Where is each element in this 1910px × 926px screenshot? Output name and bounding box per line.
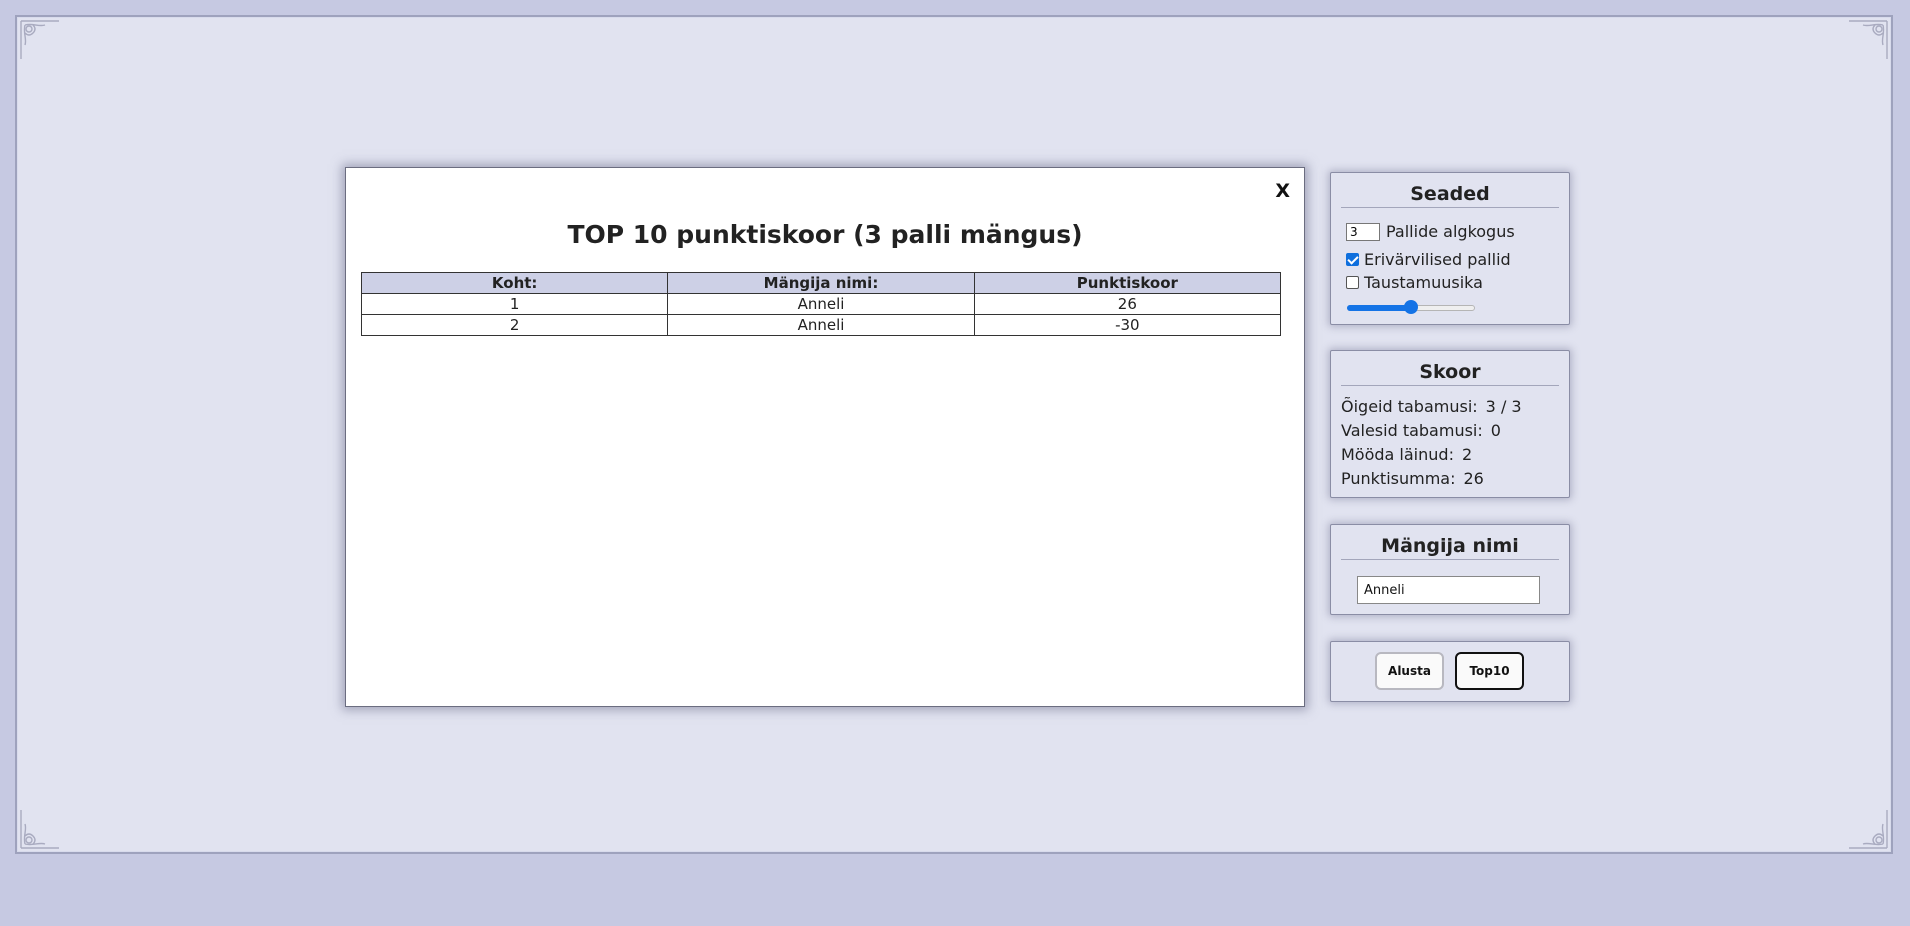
player-name-title: Mängija nimi xyxy=(1341,535,1559,560)
table-header-row: Koht: Mängija nimi: Punktiskoor xyxy=(360,272,1282,294)
correct-hits-label: Õigeid tabamusi: xyxy=(1341,397,1478,416)
rank-cell: 2 xyxy=(360,314,669,336)
player-name-cell: Anneli xyxy=(667,314,975,336)
close-modal-button[interactable]: X xyxy=(1275,180,1290,202)
score-cell: 26 xyxy=(973,293,1282,315)
correct-hits-stat: Õigeid tabamusi: 3 / 3 xyxy=(1341,397,1522,416)
colored-balls-checkbox[interactable] xyxy=(1346,253,1359,266)
column-header: Punktiskoor xyxy=(973,272,1282,294)
volume-slider[interactable] xyxy=(1347,300,1475,314)
column-header: Mängija nimi: xyxy=(667,272,975,294)
corner-ornament-icon xyxy=(1845,806,1889,850)
ball-count-row: Pallide algkogus xyxy=(1346,222,1515,241)
colored-balls-label: Erivärvilised pallid xyxy=(1364,250,1511,269)
ball-count-input[interactable] xyxy=(1346,222,1380,241)
wrong-hits-stat: Valesid tabamusi: 0 xyxy=(1341,421,1501,440)
music-row: Taustamuusika xyxy=(1346,273,1483,292)
actions-panel: Alusta Top10 xyxy=(1330,641,1570,702)
score-title: Skoor xyxy=(1341,361,1559,386)
corner-ornament-icon xyxy=(19,806,63,850)
total-points-value: 26 xyxy=(1463,469,1484,488)
wrong-hits-label: Valesid tabamusi: xyxy=(1341,421,1483,440)
top10-table: Koht: Mängija nimi: Punktiskoor 1 Anneli… xyxy=(360,272,1282,336)
slider-thumb[interactable] xyxy=(1404,300,1418,314)
player-name-panel: Mängija nimi xyxy=(1330,524,1570,615)
wrong-hits-value: 0 xyxy=(1490,421,1501,440)
ball-count-label: Pallide algkogus xyxy=(1386,222,1515,241)
corner-ornament-icon xyxy=(19,19,63,63)
missed-value: 2 xyxy=(1461,445,1473,464)
settings-title: Seaded xyxy=(1341,183,1559,208)
player-name-input[interactable] xyxy=(1357,576,1540,604)
table-row: 1 Anneli 26 xyxy=(360,293,1282,315)
total-points-stat: Punktisumma: 26 xyxy=(1341,469,1484,488)
missed-label: Mööda läinud: xyxy=(1341,445,1454,464)
music-checkbox[interactable] xyxy=(1346,276,1359,289)
start-button[interactable]: Alusta xyxy=(1375,652,1444,690)
modal-title: TOP 10 punktiskoor (3 palli mängus) xyxy=(567,220,1083,249)
score-cell: -30 xyxy=(973,314,1282,336)
total-points-label: Punktisumma: xyxy=(1341,469,1456,488)
player-name-cell: Anneli xyxy=(667,293,975,315)
top10-button[interactable]: Top10 xyxy=(1455,652,1524,690)
score-panel: Skoor Õigeid tabamusi: 3 / 3 Valesid taba… xyxy=(1330,350,1570,498)
settings-panel: Seaded Pallide algkogus Erivärvilised pa… xyxy=(1330,172,1570,325)
colored-balls-row: Erivärvilised pallid xyxy=(1346,250,1511,269)
rank-cell: 1 xyxy=(360,293,669,315)
top10-modal: X TOP 10 punktiskoor (3 palli mängus) Ko… xyxy=(345,167,1305,707)
corner-ornament-icon xyxy=(1845,19,1889,63)
correct-hits-value: 3 / 3 xyxy=(1485,397,1522,416)
column-header: Koht: xyxy=(360,272,669,294)
music-label: Taustamuusika xyxy=(1364,273,1483,292)
table-row: 2 Anneli -30 xyxy=(360,314,1282,336)
missed-stat: Mööda läinud: 2 xyxy=(1341,445,1472,464)
slider-fill xyxy=(1347,305,1411,311)
